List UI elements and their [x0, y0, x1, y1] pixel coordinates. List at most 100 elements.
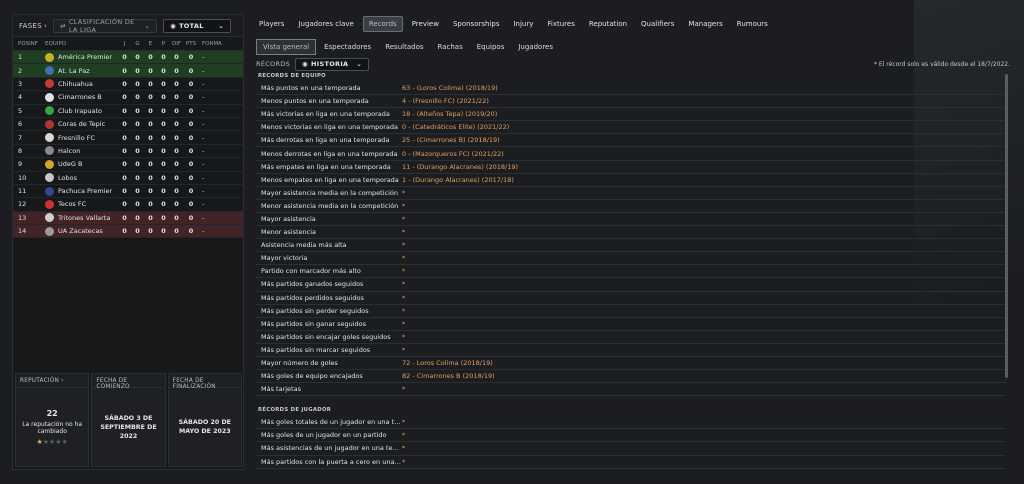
column-header[interactable]: G [131, 41, 144, 47]
record-row[interactable]: Más partidos perdidos seguidos * [256, 292, 1006, 305]
tab-managers[interactable]: Managers [683, 17, 727, 31]
record-value[interactable]: * [402, 431, 405, 439]
record-value[interactable]: * [402, 458, 405, 466]
record-value[interactable]: 63 - (Loros Colima) (2018/19) [402, 84, 498, 92]
record-row[interactable]: Mayor victoria * [256, 252, 1006, 266]
team-cell[interactable]: Tecos FC [45, 199, 118, 209]
tab-preview[interactable]: Preview [407, 17, 444, 31]
record-value[interactable]: 25 - (Cimarrones B) (2018/19) [402, 136, 500, 144]
table-row[interactable]: 9 UdeG B000000- [13, 158, 243, 172]
record-row[interactable]: Menor asistencia * [256, 226, 1006, 240]
record-value[interactable]: 11 - (Durango Alacranes) (2018/19) [402, 163, 518, 171]
team-cell[interactable]: Chihuahua [45, 79, 118, 89]
record-value[interactable]: * [402, 254, 405, 262]
record-row[interactable]: Más partidos sin marcar seguidos * [256, 344, 1006, 357]
tab-jugadores-clave[interactable]: Jugadores clave [293, 17, 358, 31]
record-row[interactable]: Más victorias en liga en una temporada 18… [256, 108, 1006, 122]
subtab-equipos[interactable]: Equipos [471, 40, 511, 54]
record-value[interactable]: * [402, 333, 405, 341]
team-cell[interactable]: Lobos [45, 173, 118, 183]
record-value[interactable]: 82 - Cimarrones B (2018/19) [402, 372, 495, 380]
tab-qualifiers[interactable]: Qualifiers [636, 17, 679, 31]
table-row[interactable]: 5 Club Irapuato 0 0 0 0 0 0- [13, 105, 243, 118]
table-row[interactable]: 8 Halcon 0 0 0 0 0 0- [13, 145, 243, 159]
record-value[interactable]: * [402, 267, 405, 275]
tab-injury[interactable]: Injury [508, 17, 538, 31]
column-header[interactable]: EQUIPO [45, 41, 118, 47]
table-row[interactable]: 14 UA Zacatecas 0 0 0 0 0 0- [13, 225, 243, 239]
tab-records[interactable]: Records [362, 16, 403, 32]
subtab-vista-general[interactable]: Vista general [256, 39, 317, 55]
record-row[interactable]: Menos derrotas en liga en una temporada 0… [256, 147, 1006, 161]
record-row[interactable]: Más partidos sin ganar seguidos * [256, 318, 1006, 331]
table-row[interactable]: 12 Tecos FC 0 0 0 0 0 0- [13, 198, 243, 212]
team-cell[interactable]: Cimarrones B [45, 92, 118, 102]
record-value[interactable]: * [402, 320, 405, 328]
record-value[interactable]: 1 - (Durango Alacranes) (2017/18) [402, 176, 514, 184]
record-value[interactable]: * [402, 385, 405, 393]
record-value[interactable]: 18 - (Alteños Tepa) (2019/20) [402, 110, 497, 118]
record-row[interactable]: Mayor asistencia * [256, 213, 1006, 227]
column-header[interactable]: POS [13, 41, 29, 47]
record-row[interactable]: Más goles totales de un jugador en una t… [256, 416, 1006, 430]
record-row[interactable]: Más partidos sin perder seguidos * [256, 305, 1006, 318]
team-cell[interactable]: Tritones Vallarta [45, 213, 118, 223]
record-value[interactable]: 4 - (Fresnillo FC) (2021/22) [402, 97, 489, 105]
subtab-jugadores[interactable]: Jugadores [512, 40, 559, 54]
record-value[interactable]: 72 - Loros Colima (2018/19) [402, 359, 493, 367]
record-row[interactable]: Asistencia media más alta * [256, 239, 1006, 253]
fases-button[interactable]: FASES › [19, 22, 47, 30]
team-cell[interactable]: Coras de Tepic [45, 119, 118, 129]
table-row[interactable]: 1 América Premier 0 0 0 0 0 0- [13, 51, 243, 65]
team-cell[interactable]: UA Zacatecas [45, 226, 118, 236]
record-value[interactable]: 0 - (Mazorqueros FC) (2021/22) [402, 150, 504, 158]
record-row[interactable]: Menos puntos en una temporada 4 - (Fresni… [256, 95, 1006, 109]
record-value[interactable]: 0 - (Catedráticos Elite) (2021/22) [402, 123, 509, 131]
record-row[interactable]: Mayor número de goles 72 - Loros Colima (… [256, 357, 1006, 371]
record-value[interactable]: * [402, 189, 405, 197]
record-value[interactable]: * [402, 444, 405, 452]
record-row[interactable]: Más tarjetas * [256, 383, 1006, 397]
record-value[interactable]: * [402, 215, 405, 223]
record-value[interactable]: * [402, 241, 405, 249]
total-dropdown[interactable]: ◉ TOTAL ⌄ [163, 18, 232, 33]
team-cell[interactable]: At. La Paz [45, 66, 118, 76]
column-header[interactable]: J [118, 41, 131, 47]
record-row[interactable]: Más partidos ganados seguidos * [256, 278, 1006, 292]
table-row[interactable]: 11 Pachuca Premier 0 0 0 0 0 0- [13, 185, 243, 199]
history-dropdown[interactable]: ◉ HISTORIA ⌄ [295, 57, 370, 71]
column-header[interactable]: P [157, 41, 170, 47]
table-row[interactable]: 7 Fresnillo FC 0 0 0 0 0 0- [13, 131, 243, 145]
record-row[interactable]: Más partidos sin encajar goles seguidos * [256, 331, 1006, 344]
record-row[interactable]: Más empates en liga en una temporada 11 -… [256, 161, 1006, 174]
record-row[interactable]: Más puntos en una temporada 63 - (Loros C… [256, 82, 1006, 96]
reputation-box[interactable]: REPUTACIÓN › 22 La reputación no ha camb… [15, 373, 90, 467]
table-row[interactable]: 3 Chihuahua 0 0 0 0 0 0- [13, 78, 243, 92]
column-header[interactable]: PTS [183, 41, 199, 47]
subtab-espectadores[interactable]: Espectadores [318, 40, 377, 54]
record-value[interactable]: * [402, 280, 405, 288]
record-row[interactable]: Menor asistencia media en la competición… [256, 200, 1006, 213]
subtab-rachas[interactable]: Rachas [432, 40, 469, 54]
table-row[interactable]: 4 Cimarrones B000000- [13, 91, 243, 105]
scrollbar[interactable] [1005, 74, 1008, 378]
record-row[interactable]: Más derrotas en liga en una temporada 25 … [256, 134, 1006, 148]
team-cell[interactable]: Pachuca Premier [45, 186, 118, 196]
table-row[interactable]: 6 Coras de Tepic 0 0 0 0 0 0- [13, 118, 243, 132]
records-list[interactable]: RÉCORDS DE EQUIPO Más puntos en una temp… [256, 73, 1006, 469]
record-row[interactable]: Más goles de equipo encajados 82 - Cimarr… [256, 370, 1006, 384]
record-value[interactable]: * [402, 418, 405, 426]
subtab-resultados[interactable]: Resultados [379, 40, 429, 54]
table-row[interactable]: 13 Tritones Vallarta 0 0 0 0 0 0- [13, 211, 243, 226]
team-cell[interactable]: Fresnillo FC [45, 133, 118, 143]
record-row[interactable]: Mayor asistencia media en la competición… [256, 187, 1006, 200]
record-value[interactable]: * [402, 228, 405, 236]
team-cell[interactable]: Club Irapuato [45, 106, 118, 116]
record-row[interactable]: Partido con marcador más alto * [256, 265, 1006, 279]
record-value[interactable]: * [402, 294, 405, 302]
table-row[interactable]: 2 At. La Paz 0 0 0 0 0 0- [13, 64, 243, 78]
team-cell[interactable]: UdeG B [45, 159, 118, 169]
tab-players[interactable]: Players [254, 17, 289, 31]
record-row[interactable]: Más partidos con la puerta a cero en una… [256, 456, 1006, 469]
record-value[interactable]: * [402, 307, 405, 315]
